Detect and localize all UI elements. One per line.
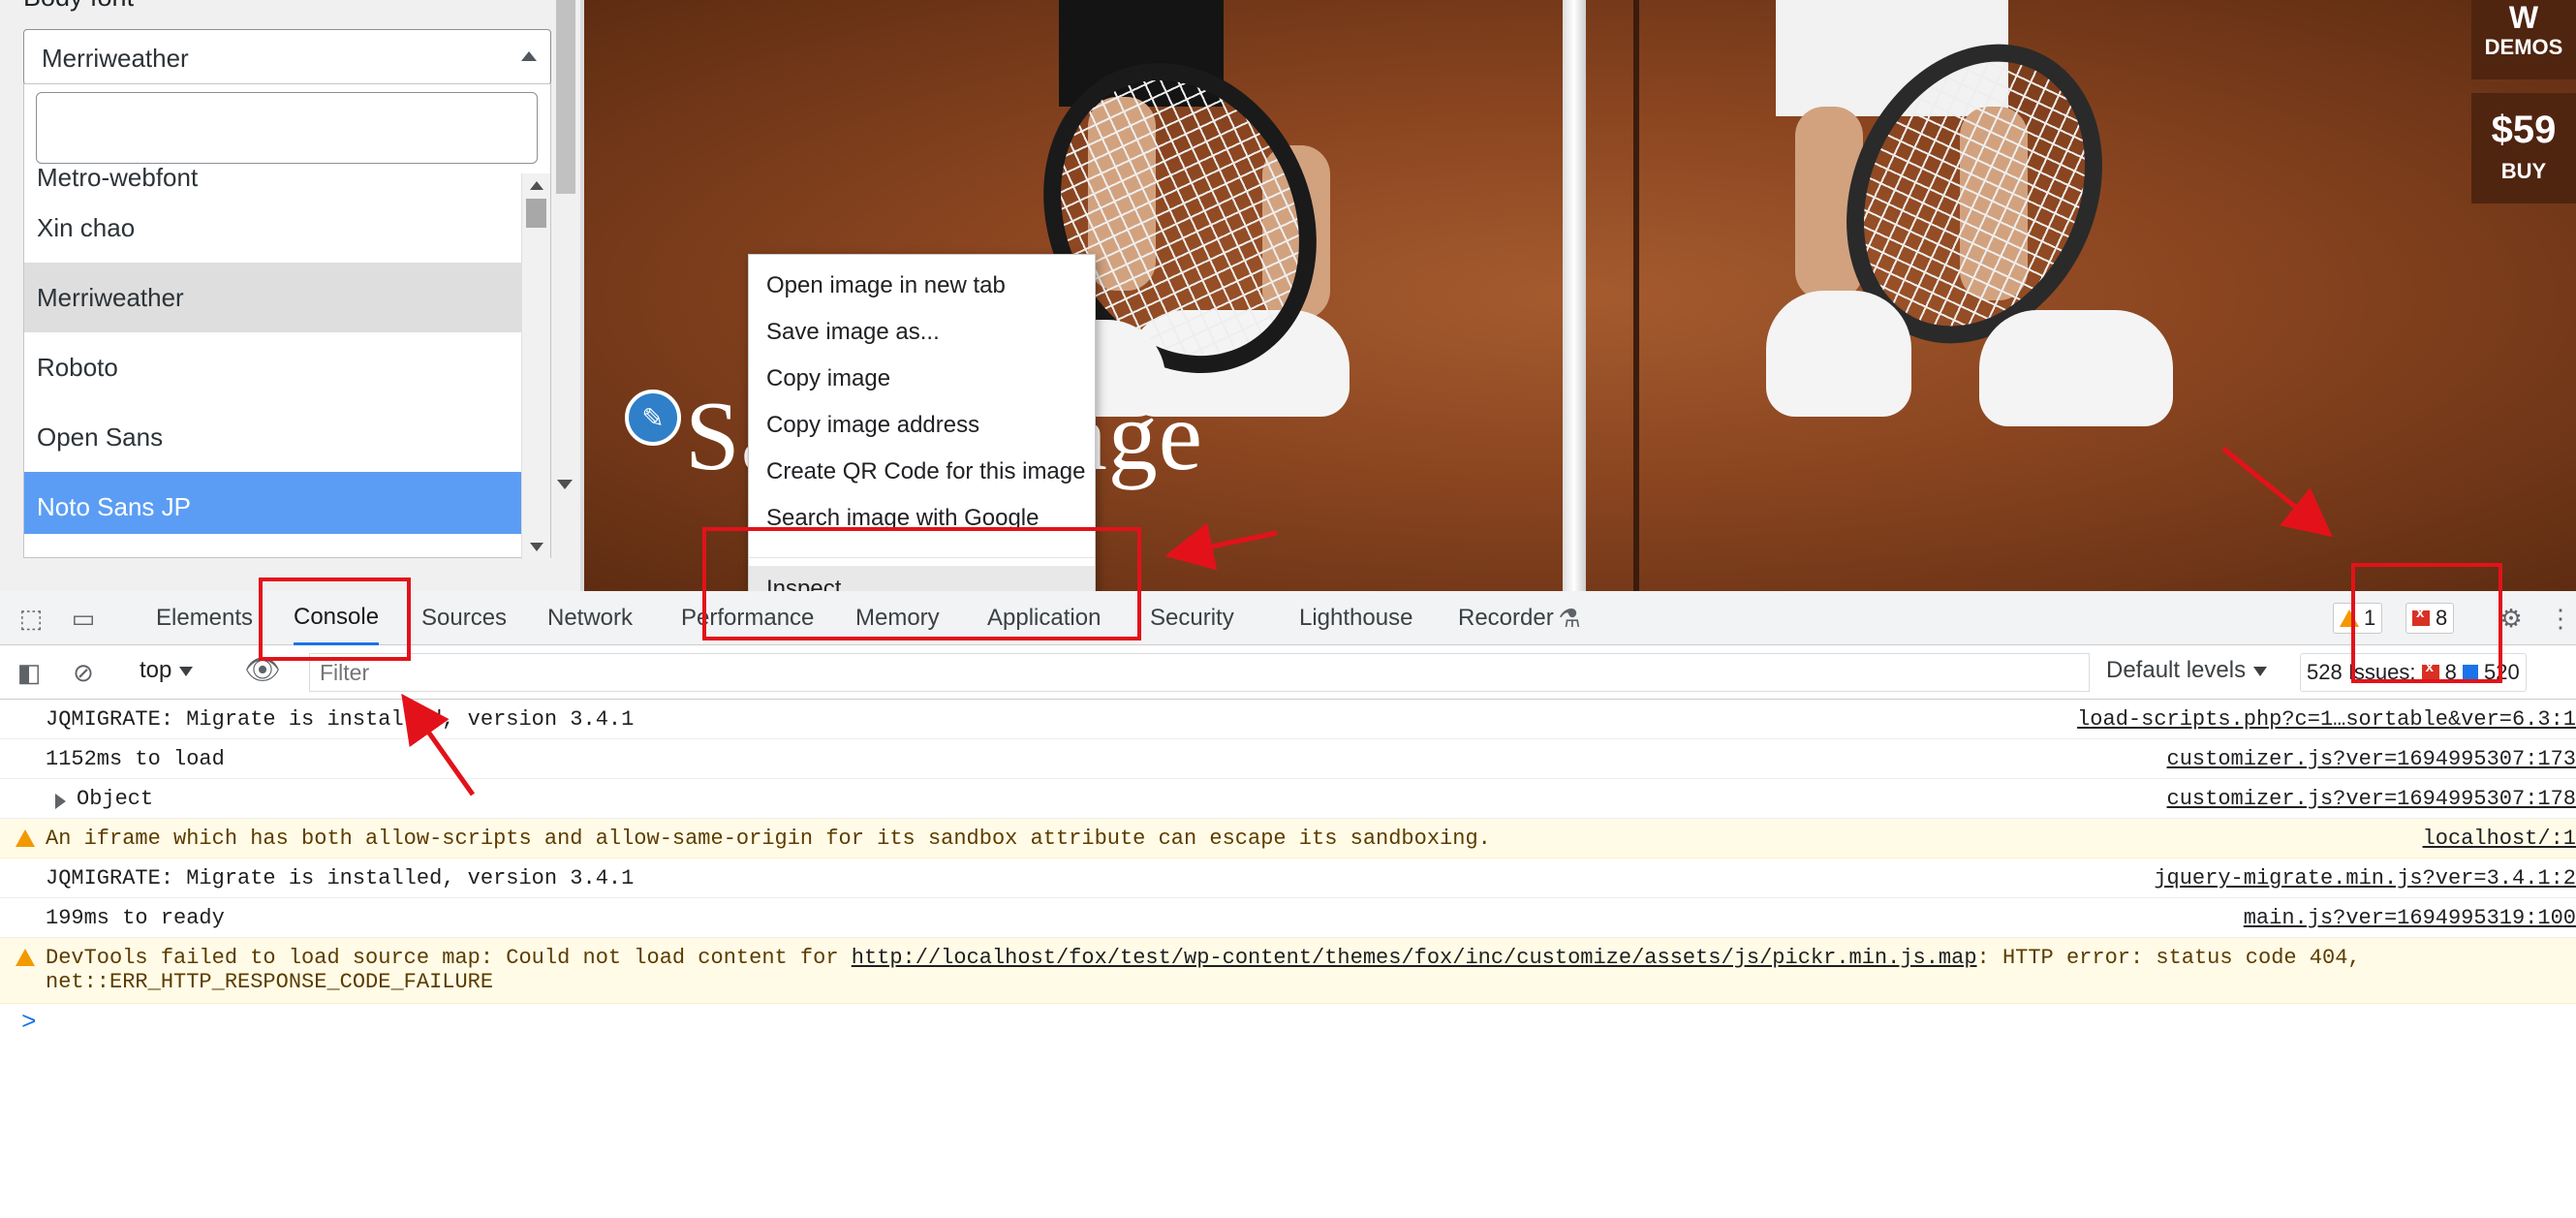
court-net xyxy=(1563,0,1586,591)
body-font-select-value: Merriweather xyxy=(42,44,189,73)
panel-scroll-down-icon[interactable] xyxy=(557,480,573,489)
demos-label: DEMOS xyxy=(2484,35,2563,59)
menu-item-copy-image[interactable]: Copy image xyxy=(749,356,1095,402)
tab-network[interactable]: Network xyxy=(547,591,633,645)
message-source-link[interactable]: main.js?ver=1694995319:100 xyxy=(2244,906,2576,930)
menu-item-create-qr[interactable]: Create QR Code for this image xyxy=(749,449,1095,495)
right-player-shoe xyxy=(1766,291,1911,417)
context-value: top xyxy=(140,657,172,683)
annotation-box-console xyxy=(259,578,411,661)
font-list-scrollbar[interactable] xyxy=(521,173,550,559)
message-source-link[interactable]: jquery-migrate.min.js?ver=3.4.1:2 xyxy=(2154,866,2576,890)
tab-lighthouse[interactable]: Lighthouse xyxy=(1299,591,1412,645)
message-text: 199ms to ready xyxy=(46,906,225,930)
message-text: JQMIGRATE: Migrate is installed, version… xyxy=(46,707,635,732)
message-text: : HTTP error: status code 404, xyxy=(1976,946,2361,970)
font-option-merriweather[interactable]: Merriweather xyxy=(24,263,521,332)
menu-item-save-image[interactable]: Save image as... xyxy=(749,309,1095,356)
font-option-roboto[interactable]: Roboto xyxy=(24,332,521,402)
message-source-link[interactable]: customizer.js?ver=1694995307:173 xyxy=(2167,747,2576,771)
font-option-open-sans[interactable]: Open Sans xyxy=(24,402,521,472)
customizer-panel: Body font Merriweather Metro-webfont Xin… xyxy=(0,0,584,591)
context-select[interactable]: top xyxy=(140,657,194,684)
font-option-list: Metro-webfont Xin chao Merriweather Robo… xyxy=(24,148,521,534)
console-messages: JQMIGRATE: Migrate is installed, version… xyxy=(0,700,2576,1043)
console-warning: An iframe which has both allow-scripts a… xyxy=(0,819,2576,859)
expand-arrow-icon[interactable] xyxy=(55,794,66,809)
caret-down-icon xyxy=(179,666,194,676)
flask-icon: ⚗ xyxy=(1558,604,1581,633)
console-message: JQMIGRATE: Migrate is installed, version… xyxy=(0,700,2576,739)
console-message-object[interactable]: Object customizer.js?ver=1694995307:178 xyxy=(0,779,2576,819)
inspect-element-icon[interactable]: ⬚ xyxy=(16,603,47,634)
sourcemap-url-link[interactable]: http://localhost/fox/test/wp-content/the… xyxy=(852,946,1977,970)
device-toolbar-icon[interactable]: ▭ xyxy=(68,603,99,634)
console-message: JQMIGRATE: Migrate is installed, version… xyxy=(0,859,2576,898)
image-divider xyxy=(1633,0,1639,591)
default-levels-label: Default levels xyxy=(2106,657,2247,683)
buy-button[interactable]: $59 BUY xyxy=(2471,93,2576,203)
sidebar-toggle-icon[interactable]: ◧ xyxy=(14,657,45,688)
message-text: net::ERR_HTTP_RESPONSE_CODE_FAILURE xyxy=(46,970,494,994)
wordpress-logo-icon: W xyxy=(2508,0,2539,35)
price-label: $59 xyxy=(2491,109,2557,151)
body-font-label: Body font xyxy=(23,0,134,13)
message-text: Object xyxy=(77,787,154,811)
console-prompt-icon[interactable]: > xyxy=(21,1008,37,1037)
annotation-box-errors xyxy=(2351,563,2502,683)
scroll-down-icon[interactable] xyxy=(530,543,543,551)
tab-security[interactable]: Security xyxy=(1150,591,1234,645)
scroll-up-icon[interactable] xyxy=(530,181,543,190)
devtools-panel: ⬚ ▭ Elements Console Sources Network Per… xyxy=(0,591,2576,1218)
caret-down-icon xyxy=(2253,666,2268,676)
right-player-shoe-2 xyxy=(1979,310,2173,426)
menu-item-copy-image-address[interactable]: Copy image address xyxy=(749,402,1095,449)
body-font-select[interactable]: Merriweather xyxy=(23,29,551,85)
message-source-link[interactable]: load-scripts.php?c=1…sortable&ver=6.3:1 xyxy=(2077,707,2576,732)
message-text: JQMIGRATE: Migrate is installed, version… xyxy=(46,866,635,890)
scroll-thumb[interactable] xyxy=(526,199,546,228)
buy-label: BUY xyxy=(2500,159,2547,183)
tab-elements[interactable]: Elements xyxy=(156,591,253,645)
console-filter-input[interactable] xyxy=(309,653,2090,692)
console-message: 1152ms to load customizer.js?ver=1694995… xyxy=(0,739,2576,779)
warning-icon xyxy=(16,829,35,847)
font-option-metro-webfont[interactable]: Metro-webfont xyxy=(24,148,521,193)
message-text: 1152ms to load xyxy=(46,747,225,771)
font-option-xin-chao[interactable]: Xin chao xyxy=(24,193,521,263)
warning-icon xyxy=(16,949,35,966)
console-warning-sourcemap: DevTools failed to load source map: Coul… xyxy=(0,938,2576,1004)
edit-pencil-icon[interactable]: ✎ xyxy=(625,390,681,446)
message-source-link[interactable]: localhost/:1 xyxy=(2423,827,2576,851)
demos-button[interactable]: W DEMOS xyxy=(2471,0,2576,79)
console-message: 199ms to ready main.js?ver=1694995319:10… xyxy=(0,898,2576,938)
message-source-link[interactable]: customizer.js?ver=1694995307:178 xyxy=(2167,787,2576,811)
panel-scroll-thumb[interactable] xyxy=(556,0,575,194)
clear-console-icon[interactable]: ⊘ xyxy=(68,657,99,688)
select-arrow-icon xyxy=(521,51,537,61)
tab-recorder[interactable]: Recorder xyxy=(1458,591,1554,645)
menu-item-open-image[interactable]: Open image in new tab xyxy=(749,263,1095,309)
message-text: DevTools failed to load source map: Coul… xyxy=(46,946,852,970)
more-options-icon[interactable]: ⋮ xyxy=(2548,603,2573,634)
default-levels-dropdown[interactable]: Default levels xyxy=(2106,657,2268,684)
panel-scrollbar[interactable] xyxy=(551,0,580,591)
annotation-box-inspect xyxy=(702,527,1141,640)
font-option-noto-sans-jp[interactable]: Noto Sans JP xyxy=(24,472,521,534)
font-dropdown: Metro-webfont Xin chao Merriweather Robo… xyxy=(23,83,551,559)
tab-sources[interactable]: Sources xyxy=(421,591,507,645)
message-text: An iframe which has both allow-scripts a… xyxy=(46,827,1491,851)
